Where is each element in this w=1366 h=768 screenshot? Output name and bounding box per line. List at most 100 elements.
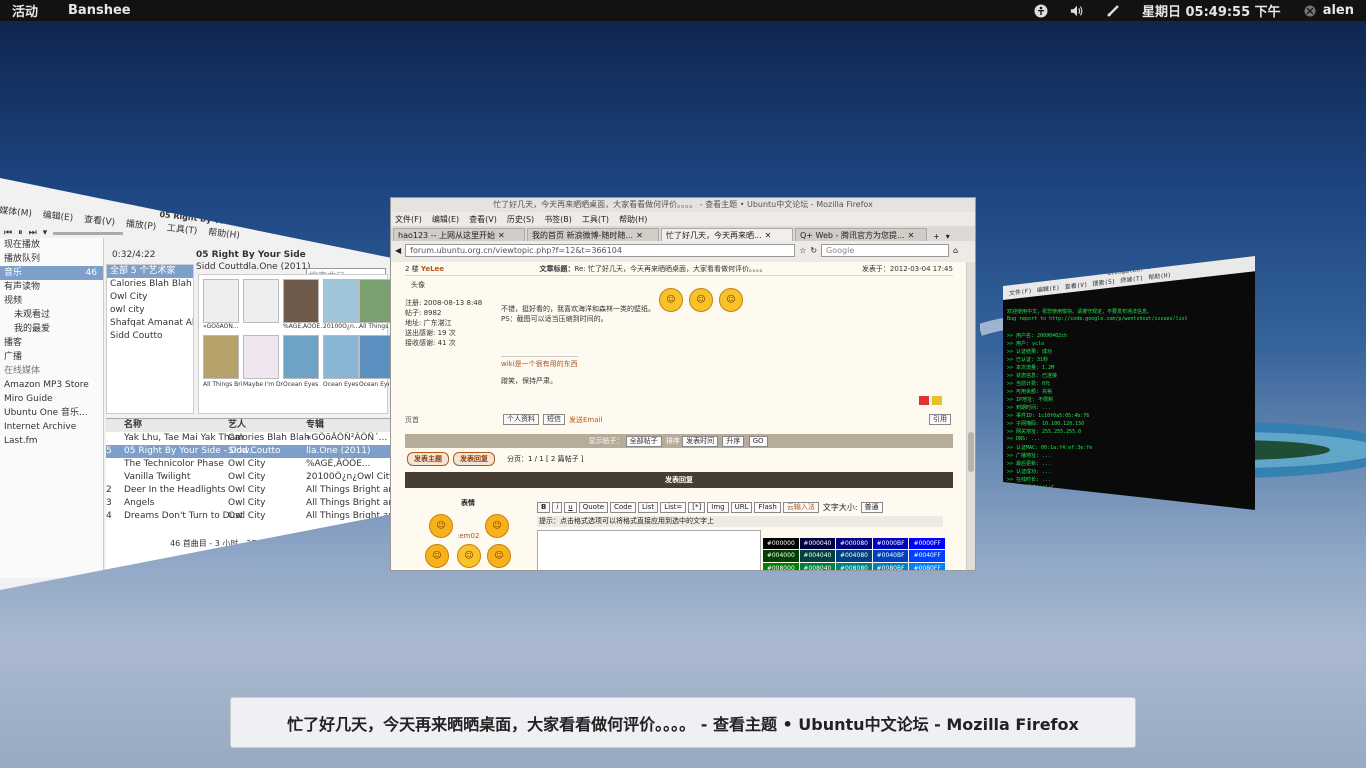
list-item[interactable]: 全部 5 个艺术家 xyxy=(107,265,193,278)
format-list-button[interactable]: List xyxy=(637,502,659,513)
warn-icon[interactable] xyxy=(932,396,942,405)
sort-direction-select[interactable]: 升序 xyxy=(722,436,745,447)
album-cover[interactable] xyxy=(359,335,392,379)
sidebar-item-now-playing[interactable]: 现在播放 xyxy=(0,238,103,252)
color-swatch[interactable]: #0000BF xyxy=(872,538,909,550)
wink-emoji-icon[interactable]: ☺ xyxy=(485,514,509,538)
sidebar-item-amazon[interactable]: Amazon MP3 Store xyxy=(0,378,103,392)
post-author[interactable]: YeLee xyxy=(421,265,444,273)
profile-button[interactable]: 个人资料 xyxy=(503,414,539,425)
color-swatch[interactable]: #0080BF xyxy=(872,562,909,570)
sort-field-select[interactable]: 发表时间 xyxy=(682,436,719,447)
sidebar-item-play-queue[interactable]: 播放队列 xyxy=(0,252,103,266)
smile-emoji-icon[interactable]: ☺ xyxy=(429,514,453,538)
album-cover[interactable] xyxy=(243,279,279,323)
menu-history[interactable]: 历史(S) xyxy=(507,214,534,225)
back-icon[interactable]: ◀ xyxy=(395,246,401,255)
close-icon[interactable]: ✕ xyxy=(765,229,772,241)
tab-hao123[interactable]: hao123 -- 上网从这里开始 ✕ xyxy=(393,228,525,241)
reload-icon[interactable]: ↻ xyxy=(810,246,817,255)
list-item[interactable]: Owl City xyxy=(107,291,193,304)
sidebar-item-videos[interactable]: 视频 xyxy=(0,294,103,308)
search-input[interactable]: Google xyxy=(821,243,950,257)
next-icon[interactable]: ⏭ xyxy=(29,228,37,238)
format-img-button[interactable]: Img xyxy=(707,502,729,513)
column-header-title[interactable]: 名称 xyxy=(124,419,224,432)
table-row[interactable]: 5 05 Right By Your Side - Dow... Sidd Cout… xyxy=(106,445,392,458)
menu-help[interactable]: 帮助(H) xyxy=(208,228,241,241)
sidebar-item-miro[interactable]: Miro Guide xyxy=(0,392,103,406)
album-cover[interactable] xyxy=(359,279,392,323)
sidebar-item-unwatched[interactable]: 未观看过 xyxy=(0,308,103,322)
column-header-artist[interactable]: 艺人 xyxy=(228,419,302,432)
reply-textarea[interactable] xyxy=(537,530,761,570)
menu-edit[interactable]: 编辑(E) xyxy=(432,214,459,225)
menu-help[interactable]: 帮助(H) xyxy=(1148,270,1171,282)
menu-tools[interactable]: 工具(T) xyxy=(582,214,609,225)
menu-tools[interactable]: 工具(T) xyxy=(166,224,197,237)
report-icon[interactable] xyxy=(919,396,929,405)
firefox-window[interactable]: 忙了好几天，今天再来晒晒桌面，大家看看做何评价。。。。 - 查看主题 • Ubu… xyxy=(390,197,976,571)
menu-search[interactable]: 搜索(S) xyxy=(1093,276,1116,288)
color-swatch[interactable]: #004080 xyxy=(836,550,872,562)
bookmark-star-icon[interactable]: ☆ xyxy=(799,246,806,255)
previous-icon[interactable]: ⏮ xyxy=(4,228,12,238)
format-code-button[interactable]: Code xyxy=(610,502,636,513)
color-swatch[interactable]: #0040BF xyxy=(872,550,909,562)
album-cover[interactable] xyxy=(283,335,319,379)
table-row[interactable]: 3 Angels Owl City All Things Bright and Bea… xyxy=(106,497,392,510)
menu-edit[interactable]: 编辑(E) xyxy=(42,211,74,224)
menu-play[interactable]: 播放(P) xyxy=(125,219,156,232)
grin-emoji-icon[interactable]: ☺ xyxy=(487,544,511,568)
list-item[interactable]: Shafqat Amanat Ali, S... xyxy=(107,317,193,330)
page-scrollbar[interactable] xyxy=(966,262,975,570)
format-italic-button[interactable]: i xyxy=(552,502,563,513)
close-icon[interactable]: ✕ xyxy=(636,229,643,241)
menu-file[interactable]: 文件(F) xyxy=(395,214,422,225)
quote-button[interactable]: 引用 xyxy=(929,414,951,425)
chevron-down-icon[interactable]: ▾ xyxy=(43,228,48,238)
color-swatch[interactable]: #000040 xyxy=(799,538,836,550)
menu-help[interactable]: 帮助(H) xyxy=(619,214,647,225)
table-row[interactable]: 4 Dreams Don't Turn to Dust Owl City All Th… xyxy=(106,510,392,523)
format-flash-button[interactable]: Flash xyxy=(754,502,781,513)
format-url-button[interactable]: URL xyxy=(730,502,753,513)
format-bold-button[interactable]: B xyxy=(537,502,551,513)
tab-qq-web[interactable]: Q+ Web - 腾讯官方为您提... ✕ xyxy=(795,228,927,241)
banshee-window[interactable]: 媒体(M) 编辑(E) 查看(V) 播放(P) 工具(T) 帮助(H) 05 R… xyxy=(0,178,392,590)
sidebar-item-lastfm[interactable]: Last.fm xyxy=(0,434,103,448)
pause-icon[interactable]: ⏸ xyxy=(18,228,23,238)
album-cover[interactable] xyxy=(323,279,359,323)
menu-view[interactable]: 查看(V) xyxy=(1065,279,1088,291)
app-menu[interactable]: Banshee xyxy=(68,3,131,18)
format-list-item-button[interactable]: [*] xyxy=(688,502,706,513)
clock[interactable]: 星期日 05:49:55 下午 xyxy=(1142,1,1281,20)
album-cover[interactable] xyxy=(283,279,319,323)
filter-select[interactable]: 全部帖子 xyxy=(625,436,662,447)
sidebar-item-favorites[interactable]: 我的最爱 xyxy=(0,322,103,336)
list-item[interactable]: Calories Blah Blah xyxy=(107,278,193,291)
sidebar-item-ubuntu-one[interactable]: Ubuntu One 音乐... xyxy=(0,406,103,420)
menu-view[interactable]: 查看(V) xyxy=(469,214,497,225)
format-quote-button[interactable]: Quote xyxy=(578,502,609,513)
think-emoji-icon[interactable]: ☺ xyxy=(425,544,449,568)
sidebar-item-podcasts[interactable]: 播客 xyxy=(0,336,103,350)
album-cover[interactable] xyxy=(203,279,239,323)
go-button[interactable]: GO xyxy=(748,436,768,447)
table-row[interactable]: 2 Deer In the Headlights Owl City All Thing… xyxy=(106,484,392,497)
table-row[interactable]: Vanilla Twilight Owl City 20100Ö¿n¿Owl Cit… xyxy=(106,471,392,484)
tab-weibo[interactable]: 我的首页 新浪微博-随时随... ✕ xyxy=(527,228,659,241)
tab-list-icon[interactable]: ▾ xyxy=(946,232,950,241)
pm-button[interactable]: 短信 xyxy=(543,414,565,425)
url-bar[interactable]: forum.ubuntu.org.cn/viewtopic.php?f=12&t… xyxy=(405,243,796,257)
column-header-album[interactable]: 专辑 xyxy=(306,419,386,432)
list-item[interactable]: Sidd Coutto xyxy=(107,330,193,343)
album-cover[interactable] xyxy=(203,335,239,379)
tab-forum[interactable]: 忙了好几天，今天再来晒... ✕ xyxy=(661,228,793,241)
menu-edit[interactable]: 编辑(E) xyxy=(1037,283,1060,295)
close-icon[interactable]: ✕ xyxy=(908,229,915,241)
color-swatch[interactable]: #0040FF xyxy=(909,550,945,562)
color-swatch[interactable]: #008080 xyxy=(836,562,872,570)
format-ordered-list-button[interactable]: List= xyxy=(660,502,687,513)
color-swatch[interactable]: #0000FF xyxy=(909,538,945,550)
